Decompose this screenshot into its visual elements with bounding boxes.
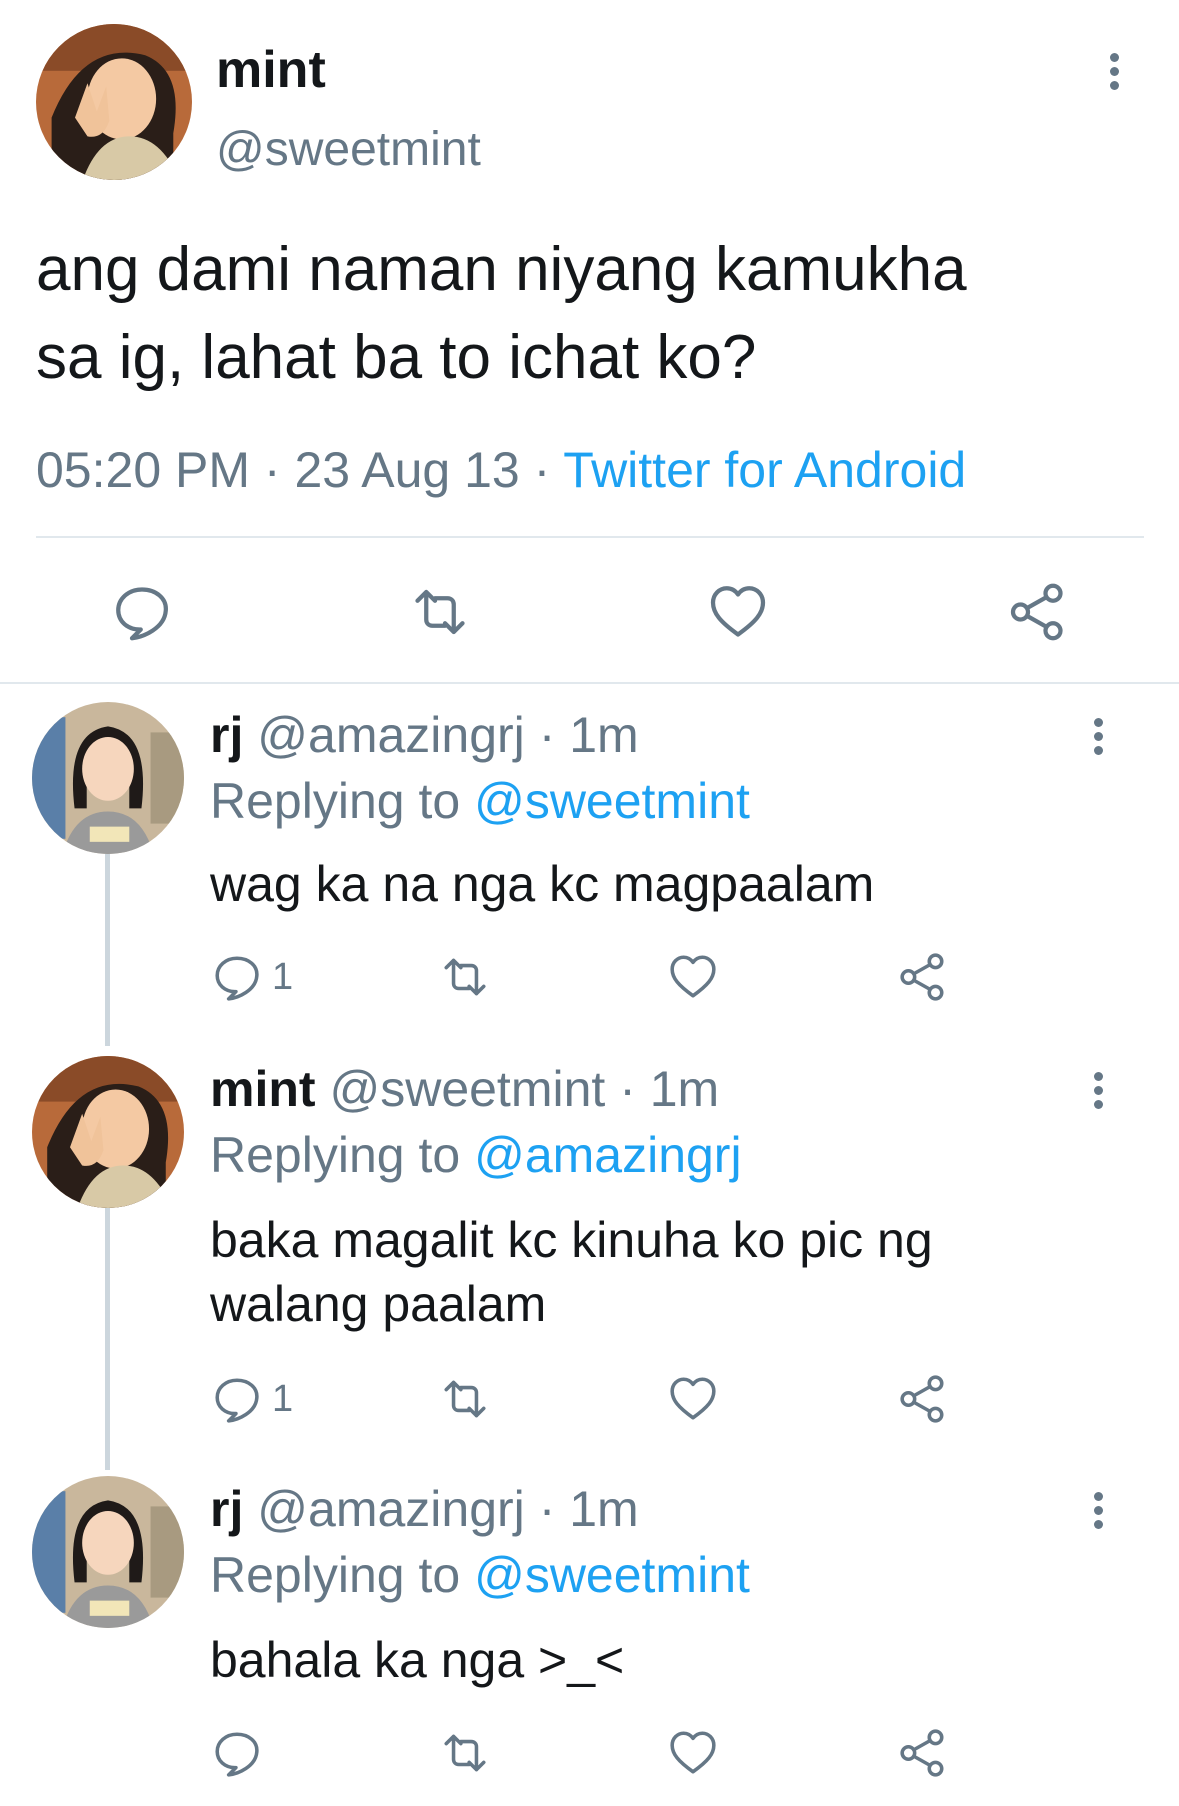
user-handle[interactable]: @sweetmint <box>216 122 481 178</box>
tweet-age: · 1m <box>538 1481 639 1537</box>
more-options-button[interactable] <box>1086 1067 1110 1123</box>
tweet-text: ang dami naman niyang kamukha sa ig, lah… <box>36 226 1146 402</box>
more-options-button[interactable] <box>1102 48 1126 104</box>
user-handle[interactable]: @amazingrj <box>257 1481 525 1537</box>
section-divider <box>0 682 1179 684</box>
heart-icon <box>668 1728 718 1778</box>
reply-icon <box>212 1374 262 1424</box>
display-name[interactable]: rj <box>210 1481 243 1537</box>
reply-text: baka magalit kc kinuha ko pic ng walang … <box>210 1208 1110 1336</box>
retweet-icon <box>440 1728 490 1778</box>
share-icon <box>898 952 948 1002</box>
tweet-meta: 05:20 PM · 23 Aug 13 · Twitter for Andro… <box>36 440 966 500</box>
tweet-time: 05:20 PM <box>36 442 251 498</box>
reply-button[interactable]: 1 <box>212 1374 293 1424</box>
avatar[interactable] <box>32 1056 184 1208</box>
reply-button[interactable] <box>212 1728 272 1778</box>
reply-count: 1 <box>272 956 294 998</box>
retweet-icon <box>440 952 490 1002</box>
retweet-icon <box>410 582 470 642</box>
share-button[interactable] <box>898 952 948 1002</box>
reply-icon <box>212 952 262 1002</box>
avatar[interactable] <box>32 702 184 854</box>
avatar[interactable] <box>32 1476 184 1628</box>
more-vertical-icon <box>1093 1072 1103 1081</box>
share-icon <box>898 1728 948 1778</box>
share-icon <box>898 1374 948 1424</box>
share-button[interactable] <box>1008 582 1068 642</box>
more-vertical-icon <box>1093 718 1103 727</box>
more-options-button[interactable] <box>1086 1487 1110 1543</box>
thread-line <box>105 1208 110 1470</box>
reply-header: mint @sweetmint · 1m <box>210 1060 719 1118</box>
retweet-button[interactable] <box>440 1374 490 1424</box>
like-button[interactable] <box>668 952 718 1002</box>
reply-text: wag ka na nga kc magpaalam <box>210 856 875 912</box>
reply-button[interactable]: 1 <box>212 952 293 1002</box>
tweet-source-link[interactable]: Twitter for Android <box>563 442 966 498</box>
like-button[interactable] <box>668 1374 718 1424</box>
display-name[interactable]: rj <box>210 707 243 763</box>
like-button[interactable] <box>708 582 768 642</box>
display-name[interactable]: mint <box>210 1061 316 1117</box>
display-name[interactable]: mint <box>216 40 326 100</box>
like-button[interactable] <box>668 1728 718 1778</box>
heart-icon <box>668 952 718 1002</box>
avatar-image <box>32 1476 184 1628</box>
share-button[interactable] <box>898 1728 948 1778</box>
avatar[interactable] <box>36 24 192 180</box>
retweet-button[interactable] <box>440 952 490 1002</box>
reply-header: rj @amazingrj · 1m <box>210 1480 639 1538</box>
avatar-image <box>32 702 184 854</box>
reply-icon <box>112 582 172 642</box>
replying-to-link[interactable]: @sweetmint <box>474 1547 750 1603</box>
replying-label: Replying to <box>210 1547 461 1603</box>
replying-to: Replying to @amazingrj <box>210 1126 742 1184</box>
replying-to-link[interactable]: @sweetmint <box>474 773 750 829</box>
retweet-button[interactable] <box>410 582 470 642</box>
retweet-icon <box>440 1374 490 1424</box>
user-handle[interactable]: @sweetmint <box>329 1061 605 1117</box>
replying-to: Replying to @sweetmint <box>210 1546 750 1604</box>
more-vertical-icon <box>1109 53 1119 62</box>
tweet-age: · 1m <box>538 707 639 763</box>
replying-label: Replying to <box>210 1127 461 1183</box>
tweet-text-line: ang dami naman niyang kamukha <box>36 235 967 304</box>
user-handle[interactable]: @amazingrj <box>257 707 525 763</box>
meta-separator: · <box>263 442 281 498</box>
share-button[interactable] <box>898 1374 948 1424</box>
tweet-date: 23 Aug 13 <box>294 442 520 498</box>
replying-label: Replying to <box>210 773 461 829</box>
avatar-image <box>36 24 192 180</box>
heart-icon <box>708 582 768 642</box>
tweet-text-line: sa ig, lahat ba to ichat ko? <box>36 323 757 392</box>
retweet-button[interactable] <box>440 1728 490 1778</box>
replying-to-link[interactable]: @amazingrj <box>474 1127 742 1183</box>
divider <box>36 536 1144 538</box>
thread-line <box>105 854 110 1046</box>
heart-icon <box>668 1374 718 1424</box>
meta-separator: · <box>533 442 551 498</box>
avatar-image <box>32 1056 184 1208</box>
reply-text-line: baka magalit kc kinuha ko pic ng <box>210 1212 933 1268</box>
more-options-button[interactable] <box>1086 713 1110 769</box>
replying-to: Replying to @sweetmint <box>210 772 750 830</box>
reply-header: rj @amazingrj · 1m <box>210 706 639 764</box>
reply-icon <box>212 1728 262 1778</box>
reply-text-line: walang paalam <box>210 1276 547 1332</box>
reply-button[interactable] <box>112 582 172 642</box>
more-vertical-icon <box>1093 1492 1103 1501</box>
reply-text: bahala ka nga >_< <box>210 1632 625 1688</box>
reply-count: 1 <box>272 1378 294 1420</box>
share-icon <box>1008 582 1068 642</box>
tweet-age: · 1m <box>619 1061 720 1117</box>
